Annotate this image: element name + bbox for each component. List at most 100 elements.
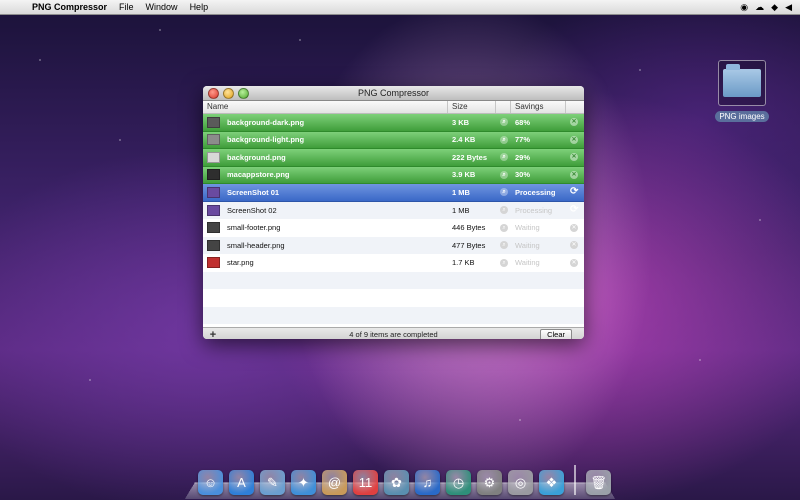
- file-thumbnail-icon: [207, 222, 220, 234]
- address-book-icon[interactable]: @: [322, 470, 347, 495]
- remove-icon[interactable]: ✕: [570, 258, 578, 267]
- table-row[interactable]: background.png 222 Bytes ⌕ 29% ✕: [203, 149, 584, 167]
- file-name: background-light.png: [227, 135, 305, 145]
- savings-value: 68%: [515, 117, 531, 127]
- folder-selection: [718, 60, 766, 106]
- zoom-button[interactable]: [238, 88, 249, 99]
- file-name-cell: background-dark.png: [203, 114, 448, 131]
- status-cell: ⌕: [496, 219, 511, 237]
- status-cell: ⌕: [496, 149, 511, 166]
- magnify-icon[interactable]: ⌕: [500, 118, 508, 127]
- file-size: 1 MB: [452, 187, 470, 197]
- table-row[interactable]: small-header.png 477 Bytes ⌕ Waiting ✕: [203, 236, 584, 255]
- trash-icon[interactable]: 🗑: [586, 470, 611, 495]
- time-machine-icon[interactable]: ◷: [446, 470, 471, 495]
- column-header-savings[interactable]: Savings: [511, 101, 566, 113]
- table-row[interactable]: ScreenShot 02 1 MB ⌕ Processing ⟳: [203, 201, 584, 220]
- finder-icon[interactable]: ☺: [198, 470, 223, 495]
- file-name-cell: macappstore.png: [203, 167, 448, 184]
- savings-value: Waiting: [515, 240, 540, 250]
- preview-icon[interactable]: ✎: [260, 470, 285, 495]
- column-header-size[interactable]: Size: [448, 101, 496, 113]
- window-titlebar[interactable]: PNG Compressor: [203, 86, 584, 101]
- file-thumbnail-icon: [207, 116, 220, 128]
- remove-icon[interactable]: ✕: [570, 118, 578, 127]
- magnify-icon[interactable]: ⌕: [500, 241, 508, 250]
- empty-row: [203, 289, 584, 307]
- column-header-action[interactable]: [566, 101, 584, 113]
- file-thumbnail-icon: [207, 204, 220, 216]
- remove-icon[interactable]: ✕: [570, 135, 578, 144]
- remove-icon[interactable]: ✕: [570, 241, 578, 250]
- file-name: small-header.png: [227, 240, 285, 250]
- file-list: background-dark.png 3 KB ⌕ 68% ✕ background-l…: [203, 114, 584, 327]
- menu-app-name[interactable]: PNG Compressor: [26, 2, 113, 12]
- sync-icon[interactable]: ⟳: [570, 205, 578, 215]
- file-name-cell: small-footer.png: [203, 219, 448, 237]
- window-footer: + 4 of 9 items are completed Clear: [203, 327, 584, 339]
- dashboard-icon[interactable]: ◎: [508, 470, 533, 495]
- action-cell: ✕: [566, 114, 584, 131]
- action-cell: ✕: [566, 167, 584, 184]
- png-compressor-icon[interactable]: ❖: [539, 470, 564, 495]
- table-row[interactable]: background-light.png 2.4 KB ⌕ 77% ✕: [203, 131, 584, 149]
- magnify-icon[interactable]: ⌕: [500, 223, 508, 232]
- column-header-row: Name Size Savings: [203, 101, 584, 114]
- itunes-icon[interactable]: ♫: [415, 470, 440, 495]
- file-name-cell: small-header.png: [203, 237, 448, 255]
- magnify-icon[interactable]: ⌕: [500, 188, 508, 197]
- minimize-button[interactable]: [223, 88, 234, 99]
- iphoto-icon[interactable]: ✿: [384, 470, 409, 495]
- magnify-icon[interactable]: ⌕: [500, 135, 508, 144]
- file-name: background-dark.png: [227, 117, 305, 127]
- window-controls: [208, 88, 249, 99]
- ical-icon[interactable]: 11: [353, 470, 378, 495]
- table-row[interactable]: ScreenShot 01 1 MB ⌕ Processing ⟳: [203, 184, 584, 202]
- status-box-icon[interactable]: ◆: [771, 2, 778, 13]
- menu-help[interactable]: Help: [184, 2, 215, 12]
- menu-bar: PNG Compressor File Window Help ◉ ☁ ◆ ◀: [0, 0, 800, 15]
- desktop-folder[interactable]: PNG images: [714, 60, 770, 124]
- file-size: 446 Bytes: [452, 223, 486, 233]
- savings-value: 77%: [515, 135, 531, 145]
- table-row[interactable]: small-footer.png 446 Bytes ⌕ Waiting ✕: [203, 219, 584, 237]
- table-row[interactable]: star.png 1.7 KB ⌕ Waiting ✕: [203, 254, 584, 272]
- status-globe-icon[interactable]: ◉: [740, 2, 748, 13]
- action-cell: ⟳: [566, 202, 584, 220]
- magnify-icon[interactable]: ⌕: [500, 206, 508, 215]
- column-header-status-icon[interactable]: [496, 101, 511, 113]
- remove-icon[interactable]: ✕: [570, 153, 578, 162]
- menu-window[interactable]: Window: [140, 2, 184, 12]
- column-header-name[interactable]: Name: [203, 101, 448, 113]
- status-cloud-icon[interactable]: ☁: [755, 2, 764, 13]
- status-cell: ⌕: [496, 202, 511, 220]
- action-cell: ✕: [566, 132, 584, 149]
- file-thumbnail-icon: [207, 169, 220, 181]
- remove-icon[interactable]: ✕: [570, 170, 578, 179]
- status-cell: ⌕: [496, 254, 511, 272]
- dock: ☺ A ✎ ✦ @11 ✿ ♫ ◷ ⚙ ◎ ❖ 🗑: [184, 462, 616, 500]
- savings-value: Waiting: [515, 223, 540, 233]
- safari-icon[interactable]: ✦: [291, 470, 316, 495]
- magnify-icon[interactable]: ⌕: [500, 153, 508, 162]
- png-compressor-window: PNG Compressor Name Size Savings backgro…: [203, 86, 584, 339]
- magnify-icon[interactable]: ⌕: [500, 258, 508, 267]
- system-preferences-icon[interactable]: ⚙: [477, 470, 502, 495]
- status-cell: ⌕: [496, 167, 511, 184]
- volume-icon[interactable]: ◀: [785, 2, 792, 13]
- table-row[interactable]: macappstore.png 3.9 KB ⌕ 30% ✕: [203, 166, 584, 184]
- remove-icon[interactable]: ✕: [570, 223, 578, 232]
- dock-separator: [574, 465, 576, 495]
- file-name: ScreenShot 02: [227, 205, 277, 215]
- savings-value: 30%: [515, 170, 531, 180]
- file-thumbnail-icon: [207, 134, 220, 146]
- table-row[interactable]: background-dark.png 3 KB ⌕ 68% ✕: [203, 114, 584, 132]
- empty-row: [203, 306, 584, 324]
- magnify-icon[interactable]: ⌕: [500, 170, 508, 179]
- window-title: PNG Compressor: [357, 88, 429, 98]
- app-store-icon[interactable]: A: [229, 470, 254, 495]
- close-button[interactable]: [208, 88, 219, 99]
- sync-icon[interactable]: ⟳: [570, 187, 578, 197]
- menu-file[interactable]: File: [113, 2, 140, 12]
- clear-button[interactable]: Clear: [540, 329, 572, 339]
